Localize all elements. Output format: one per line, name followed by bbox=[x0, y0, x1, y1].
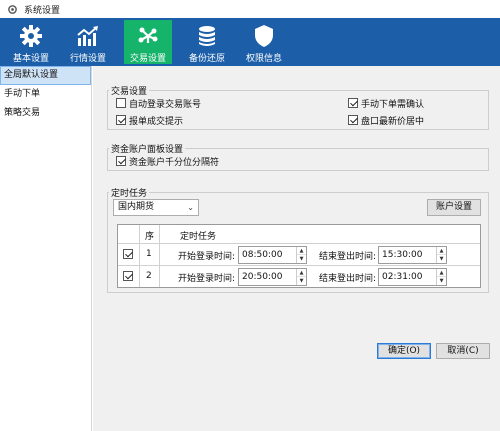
toolbar-trade-settings[interactable]: 交易设置 bbox=[124, 20, 172, 64]
spin-down-icon[interactable]: ▼ bbox=[437, 277, 446, 285]
login-time-spinner[interactable]: 20:50:00 ▲ ▼ bbox=[238, 268, 307, 286]
toolbar-label: 交易设置 bbox=[129, 54, 166, 64]
fill-notify-checkbox[interactable] bbox=[116, 115, 126, 125]
thousands-separator-checkbox[interactable] bbox=[116, 156, 126, 166]
settings-sidebar: 全局默认设置 手动下单 策略交易 bbox=[0, 66, 92, 431]
settings-content: 交易设置 自动登录交易账号 手动下单需确认 报单成交提示 盘口最新价居中 资金账… bbox=[93, 66, 500, 431]
scheduled-tasks-table: 序 定时任务 1 开始登录时间: 08:50:00 ▲ ▼ 结束登出时间: 15… bbox=[117, 224, 481, 288]
task-enable-checkbox[interactable] bbox=[123, 249, 133, 259]
auto-login-checkbox[interactable] bbox=[116, 98, 126, 108]
spin-down-icon[interactable]: ▼ bbox=[297, 255, 306, 263]
login-time-value: 20:50:00 bbox=[242, 272, 283, 282]
sidebar-item-label: 策略交易 bbox=[4, 108, 41, 118]
table-header-cell: 定时任务 bbox=[160, 225, 480, 244]
group-title: 资金账户面板设置 bbox=[109, 142, 186, 155]
database-icon bbox=[199, 26, 215, 46]
window-title: 系统设置 bbox=[24, 5, 61, 16]
logout-time-label: 结束登出时间: bbox=[319, 274, 377, 284]
checkbox-label: 盘口最新价居中 bbox=[361, 117, 425, 127]
toolbar-label: 行情设置 bbox=[69, 54, 106, 64]
center-latest-price-checkbox[interactable] bbox=[348, 115, 358, 125]
spin-up-icon[interactable]: ▲ bbox=[437, 247, 446, 255]
login-time-label: 开始登录时间: bbox=[178, 252, 236, 262]
spinner-arrows: ▲ ▼ bbox=[296, 247, 306, 263]
toolbar-basic-settings[interactable]: 基本设置 bbox=[7, 20, 55, 64]
checkbox-label: 自动登录交易账号 bbox=[129, 100, 202, 110]
table-cell: 开始登录时间: 08:50:00 ▲ ▼ 结束登出时间: 15:30:00 ▲ … bbox=[160, 244, 480, 266]
sidebar-item-strategy-trade[interactable]: 策略交易 bbox=[0, 104, 91, 123]
task-enable-checkbox[interactable] bbox=[123, 271, 133, 281]
group-title: 交易设置 bbox=[109, 84, 150, 97]
spinner-arrows: ▲ ▼ bbox=[436, 269, 446, 285]
login-time-value: 08:50:00 bbox=[242, 250, 283, 260]
table-row bbox=[118, 244, 140, 266]
toolbar-market-settings[interactable]: 行情设置 bbox=[64, 20, 112, 64]
table-cell: 开始登录时间: 20:50:00 ▲ ▼ 结束登出时间: 02:31:00 ▲ … bbox=[160, 266, 480, 287]
title-bar: 系统设置 bbox=[0, 0, 500, 18]
trade-icon bbox=[138, 27, 158, 43]
column-header-seq: 序 bbox=[145, 232, 155, 242]
checkbox-label: 报单成交提示 bbox=[129, 117, 184, 127]
gear-icon bbox=[8, 4, 17, 14]
spin-down-icon[interactable]: ▼ bbox=[297, 277, 306, 285]
logout-time-value: 02:31:00 bbox=[382, 272, 423, 282]
ok-button[interactable]: 确定(O) bbox=[377, 343, 431, 359]
table-row bbox=[118, 266, 140, 287]
toolbar-label: 备份还原 bbox=[188, 54, 225, 64]
toolbar-permission-info[interactable]: 权限信息 bbox=[240, 20, 288, 64]
spinner-arrows: ▲ ▼ bbox=[296, 269, 306, 285]
spin-up-icon[interactable]: ▲ bbox=[437, 269, 446, 277]
gear-icon bbox=[20, 25, 42, 47]
toolbar-backup-restore[interactable]: 备份还原 bbox=[183, 20, 231, 64]
task-seq: 2 bbox=[146, 271, 152, 281]
account-settings-button[interactable]: 账户设置 bbox=[427, 199, 481, 216]
checkbox-label: 手动下单需确认 bbox=[361, 100, 425, 110]
toolbar-label: 权限信息 bbox=[245, 54, 282, 64]
logout-time-value: 15:30:00 bbox=[382, 250, 423, 260]
cancel-button[interactable]: 取消(C) bbox=[436, 343, 490, 359]
table-header-cell bbox=[118, 225, 140, 244]
spin-up-icon[interactable]: ▲ bbox=[297, 247, 306, 255]
table-cell: 2 bbox=[140, 266, 160, 287]
toolbar-label: 基本设置 bbox=[12, 54, 49, 64]
logout-time-label: 结束登出时间: bbox=[319, 252, 377, 262]
logout-time-spinner[interactable]: 15:30:00 ▲ ▼ bbox=[378, 246, 447, 264]
manual-order-confirm-checkbox[interactable] bbox=[348, 98, 358, 108]
market-select[interactable]: 国内期货 ⌄ bbox=[113, 199, 199, 216]
spin-up-icon[interactable]: ▲ bbox=[297, 269, 306, 277]
task-seq: 1 bbox=[146, 249, 152, 259]
column-header-task: 定时任务 bbox=[180, 232, 217, 242]
shield-icon bbox=[255, 25, 273, 47]
settings-toolbar: 基本设置 行情设置 交易设置 备份还原 权限信息 bbox=[0, 18, 500, 66]
chart-line-icon bbox=[77, 26, 98, 46]
login-time-label: 开始登录时间: bbox=[178, 274, 236, 284]
sidebar-item-label: 全局默认设置 bbox=[4, 70, 59, 80]
login-time-spinner[interactable]: 08:50:00 ▲ ▼ bbox=[238, 246, 307, 264]
group-title: 定时任务 bbox=[109, 186, 150, 199]
checkbox-label: 资金账户千分位分隔符 bbox=[129, 158, 220, 168]
chevron-down-icon: ⌄ bbox=[187, 203, 194, 212]
market-select-value: 国内期货 bbox=[118, 202, 155, 212]
sidebar-item-manual-order[interactable]: 手动下单 bbox=[0, 85, 91, 104]
spin-down-icon[interactable]: ▼ bbox=[437, 255, 446, 263]
spinner-arrows: ▲ ▼ bbox=[436, 247, 446, 263]
table-header-cell: 序 bbox=[140, 225, 160, 244]
table-cell: 1 bbox=[140, 244, 160, 266]
logout-time-spinner[interactable]: 02:31:00 ▲ ▼ bbox=[378, 268, 447, 286]
sidebar-item-label: 手动下单 bbox=[4, 89, 41, 99]
sidebar-item-global-default[interactable]: 全局默认设置 bbox=[0, 66, 91, 85]
